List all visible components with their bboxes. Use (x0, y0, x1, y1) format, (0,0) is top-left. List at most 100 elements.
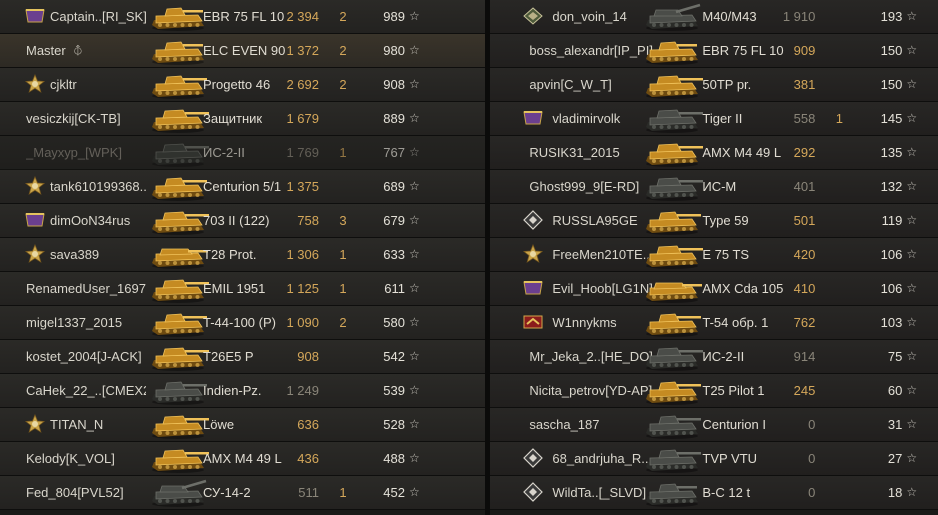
player-row[interactable]: CaHek_22_..[CMEX2] Indien-Pz. 1 249 539 ☆ (0, 374, 486, 408)
player-row[interactable]: RenamedUser_1697.. EMIL 1951 1 125 1 611 ☆ (0, 272, 486, 306)
damage-value: 1 249 (286, 383, 319, 398)
rank-15-badge-icon (24, 210, 46, 230)
player-name[interactable]: RenamedUser_1697.. (26, 272, 146, 305)
player-row[interactable]: vladimirvolk Tiger II 558 1 145 ☆ (490, 102, 938, 136)
player-row[interactable]: migel1337_2015 T-44-100 (P) 1 090 2 580 ☆ (0, 306, 486, 340)
damage-value: 908 (297, 349, 319, 364)
kills-value (829, 34, 849, 67)
player-row[interactable]: sascha_187 Centurion I 0 31 ☆ (490, 408, 938, 442)
kills-value: 1 (339, 485, 347, 500)
chevron-medal-badge-icon (522, 312, 544, 332)
kills-value (829, 68, 849, 101)
player-row[interactable]: RUSIK31_2015 AMX M4 49 L 292 135 ☆ (490, 136, 938, 170)
medium-tank-icon (642, 206, 706, 236)
player-name[interactable]: Mr_Jeka_2..[HE_DO] (529, 340, 659, 373)
xp-star-icon: ☆ (906, 247, 918, 261)
rank-4-badge-icon (522, 108, 544, 128)
damage-value: 436 (297, 451, 319, 466)
xp-star-icon: ☆ (409, 111, 420, 125)
player-row[interactable]: Kelody[K_VOL] AMX M4 49 L 436 488 ☆ (0, 442, 486, 476)
player-name[interactable]: apvin[C_W_T] (529, 68, 659, 101)
rank-55-badge-icon (522, 278, 544, 298)
xp-star-icon: ☆ (409, 43, 420, 57)
xp-star-icon: ☆ (906, 111, 918, 125)
player-name[interactable]: Fed_804[PVL52] (26, 476, 146, 509)
player-row[interactable]: boss_alexandr[IP_PI] EBR 75 FL 10 909 150 ☆ (490, 34, 938, 68)
player-name[interactable]: Kelody[K_VOL] (26, 442, 146, 475)
player-row[interactable]: dimOoN34rus 703 II (122) 758 3 679 ☆ (0, 204, 486, 238)
damage-value: 401 (793, 179, 816, 194)
player-name[interactable]: sascha_187 (529, 408, 659, 441)
kills-value (829, 408, 849, 441)
damage-value: 1 910 (782, 9, 816, 24)
player-row[interactable]: Mr_Jeka_2..[HE_DO] ИС-2-II 914 75 ☆ (490, 340, 938, 374)
kills-value: 2 (339, 77, 347, 92)
damage-value: 914 (793, 349, 816, 364)
damage-value: 1 125 (286, 281, 319, 296)
player-name[interactable]: vesiczkij[CK-TB] (26, 102, 146, 135)
player-row[interactable]: Ghost999_9[E-RD] ИС-М 401 132 ☆ (490, 170, 938, 204)
xp-value: 767 (383, 145, 405, 160)
player-row[interactable]: 68_andrjuha_R.. TVP VTU 0 27 ☆ (490, 442, 938, 476)
player-row[interactable]: Evil_Hoob[LG1N] AMX Cda 105 410 106 ☆ (490, 272, 938, 306)
kills-value: 1 (339, 145, 347, 160)
player-name[interactable]: boss_alexandr[IP_PI] (529, 34, 659, 67)
xp-star-icon: ☆ (906, 315, 918, 329)
kills-value (829, 272, 849, 305)
kills-value (829, 442, 849, 475)
kills-value (333, 374, 353, 407)
kills-value (829, 340, 849, 373)
player-row[interactable]: WildTa..[_SLVD] B-C 12 t 0 18 ☆ (490, 476, 938, 510)
xp-value: 150 (880, 77, 903, 92)
star-medal-badge-icon (24, 243, 46, 264)
player-row[interactable]: _Маухур_[WPK] ИС-2-II 1 769 1 767 ☆ (0, 136, 486, 170)
player-row[interactable]: sava389 T28 Prot. 1 306 1 633 ☆ (0, 238, 486, 272)
player-name[interactable]: Nicita_petrov[YD-AP] (529, 374, 659, 407)
player-row[interactable]: apvin[C_W_T] 50TP pr. 381 150 ☆ (490, 68, 938, 102)
player-name[interactable]: CaHek_22_..[CMEX2] (26, 374, 146, 407)
player-row[interactable]: don_voin_14 M40/M43 1 910 193 ☆ (490, 0, 938, 34)
xp-value: 908 (383, 77, 405, 92)
xp-value: 150 (880, 43, 903, 58)
medium-tank-icon (642, 376, 706, 406)
xp-value: 452 (383, 485, 405, 500)
player-row[interactable]: Fed_804[PVL52] СУ-14-2 511 1 452 ☆ (0, 476, 486, 510)
kills-value (333, 408, 353, 441)
player-name[interactable]: kostet_2004[J-ACK] (26, 340, 146, 373)
player-row[interactable]: FreeMen210TE.. E 75 TS 420 106 ☆ (490, 238, 938, 272)
xp-star-icon: ☆ (409, 77, 420, 91)
xp-value: 580 (383, 315, 405, 330)
player-name[interactable]: _Маухур_[WPK] (26, 136, 146, 169)
td-tank-icon (642, 274, 706, 304)
battle-results-board: Captain..[RI_SK] EBR 75 FL 10 2 394 2 989 ☆ Ma… (0, 0, 938, 515)
xp-star-icon: ☆ (906, 213, 918, 227)
player-row[interactable]: Captain..[RI_SK] EBR 75 FL 10 2 394 2 989 ☆ (0, 0, 486, 34)
kills-value (829, 204, 849, 237)
player-row[interactable]: vesiczkij[CK-TB] Защитник 1 679 889 ☆ (0, 102, 486, 136)
kills-value: 2 (339, 9, 347, 24)
heavy-tank-icon (642, 342, 706, 372)
heavy-tank-icon (642, 104, 706, 134)
damage-value: 0 (808, 485, 816, 500)
damage-value: 292 (793, 145, 816, 160)
player-name[interactable]: Master (26, 34, 146, 67)
player-row[interactable]: Nicita_petrov[YD-AP] T25 Pilot 1 245 60 ☆ (490, 374, 938, 408)
player-row[interactable]: tank610199368.. Centurion 5/1 1 375 689 ☆ (0, 170, 486, 204)
player-row[interactable]: Master ⦽ ELC EVEN 90 1 372 2 980 ☆ (0, 34, 486, 68)
player-row[interactable]: W1nnykms T-54 обр. 1 762 103 ☆ (490, 306, 938, 340)
player-name[interactable]: RUSIK31_2015 (529, 136, 659, 169)
star-medal-badge-icon (522, 243, 544, 264)
player-name[interactable]: Ghost999_9[E-RD] (529, 170, 659, 203)
player-row[interactable]: cjkltr Progetto 46 2 692 2 908 ☆ (0, 68, 486, 102)
xp-value: 103 (880, 315, 903, 330)
kills-value (829, 306, 849, 339)
player-row[interactable]: kostet_2004[J-ACK] T26E5 P 908 542 ☆ (0, 340, 486, 374)
player-name[interactable]: migel1337_2015 (26, 306, 146, 339)
player-row[interactable]: TITAN_N Löwe 636 528 ☆ (0, 408, 486, 442)
player-row[interactable]: RUSSLA95GE Type 59 501 119 ☆ (490, 204, 938, 238)
xp-star-icon: ☆ (906, 281, 918, 295)
kills-value: 1 (835, 111, 843, 126)
kills-value (829, 476, 849, 509)
right-team-list: don_voin_14 M40/M43 1 910 193 ☆ boss_alexandr… (490, 0, 938, 515)
damage-value: 1 306 (286, 247, 319, 262)
